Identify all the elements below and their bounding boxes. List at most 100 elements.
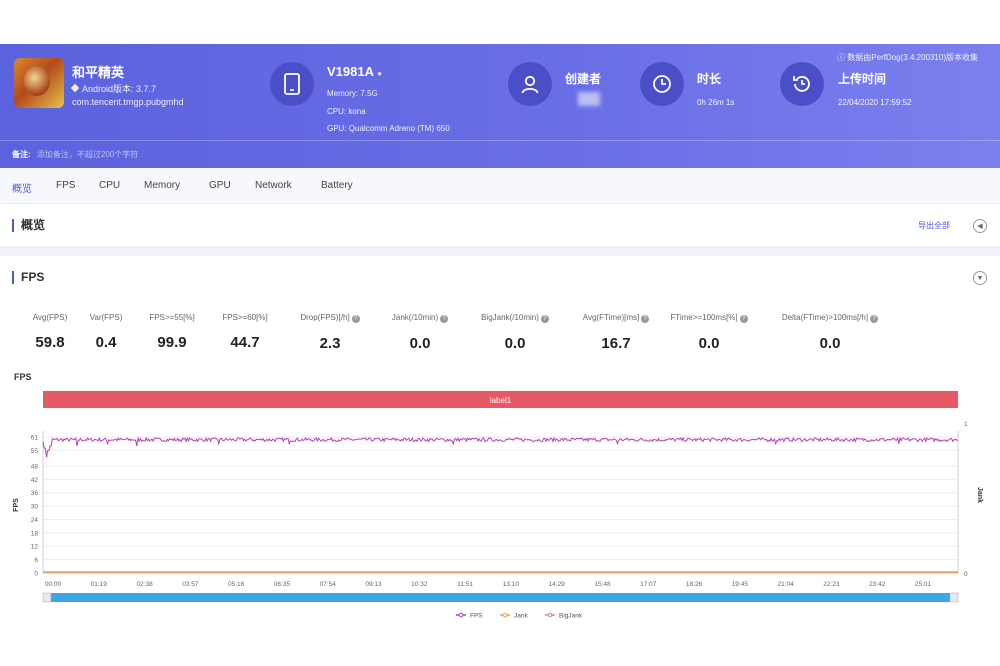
x-tick-label: 06:35 bbox=[274, 581, 291, 588]
stat-var-fps: Var(FPS) 0.4 bbox=[89, 313, 123, 351]
section-divider bbox=[0, 246, 1000, 256]
x-tick-label: 02:38 bbox=[136, 581, 153, 588]
fps-section-title: FPS bbox=[12, 271, 44, 284]
legend-marker bbox=[547, 612, 553, 618]
stat-avg-ftime: Avg(FTime)[ms]? 16.7 bbox=[573, 313, 659, 352]
stat-avg-fps: Avg(FPS) 59.8 bbox=[32, 313, 68, 351]
x-tick-label: 15:48 bbox=[594, 581, 611, 588]
y-tick-label: 42 bbox=[31, 477, 39, 484]
y-tick-label: 0 bbox=[34, 571, 38, 578]
android-icon bbox=[70, 83, 80, 93]
y-tick-label: 30 bbox=[31, 504, 39, 511]
app-android-version: Android版本: 3.7.7 bbox=[70, 82, 156, 95]
x-tick-label: 22:23 bbox=[823, 581, 840, 588]
app-icon bbox=[14, 58, 64, 108]
device-name: V1981A ● bbox=[327, 64, 382, 79]
tab-fps[interactable]: FPS bbox=[56, 180, 75, 191]
legend-label: Jank bbox=[514, 613, 528, 620]
y2-tick-label: 1 bbox=[964, 421, 968, 428]
info-icon: ⓘ bbox=[837, 53, 846, 62]
upload-label: 上传时间 bbox=[838, 72, 887, 86]
x-tick-label: 19:45 bbox=[732, 581, 749, 588]
x-tick-label: 09:13 bbox=[365, 581, 382, 588]
x-tick-label: 25:01 bbox=[915, 581, 932, 588]
x-tick-label: 21:04 bbox=[777, 581, 794, 588]
x-tick-label: 07:54 bbox=[320, 581, 337, 588]
stat-bigjank: BigJank(/10min)? 0.0 bbox=[470, 313, 560, 352]
app-package: com.tencent.tmgp.pubgmhd bbox=[72, 97, 184, 107]
legend-marker bbox=[502, 612, 508, 618]
source-note: ⓘ 数据由PerfDog(3.4.200310)版本收集 bbox=[837, 53, 978, 62]
remark-label: 备注: bbox=[12, 150, 31, 159]
y-tick-label: 55 bbox=[31, 448, 39, 455]
tab-network[interactable]: Network bbox=[255, 180, 292, 191]
fps-collapse-icon[interactable]: ▼ bbox=[973, 271, 987, 285]
overview-collapse-icon[interactable]: ◀ bbox=[973, 219, 987, 233]
x-tick-label: 00:00 bbox=[45, 581, 62, 588]
legend-label: BigJank bbox=[559, 613, 583, 620]
fps-chart: FPS label1 0 6 12 18 24 30 36 42 48 55 61 0 1 FPS Jank 00… bbox=[13, 372, 983, 620]
user-icon bbox=[508, 62, 552, 106]
device-memory: Memory: 7.5G bbox=[327, 89, 378, 98]
y-tick-label: 18 bbox=[31, 530, 39, 537]
legend-marker bbox=[458, 612, 464, 618]
tab-cpu[interactable]: CPU bbox=[99, 180, 120, 191]
x-tick-label: 14:29 bbox=[549, 581, 566, 588]
x-tick-label: 13:10 bbox=[503, 581, 520, 588]
x-tick-label: 10:32 bbox=[411, 581, 428, 588]
help-icon[interactable]: ? bbox=[870, 315, 879, 323]
fps-series-line bbox=[42, 436, 958, 458]
tab-gpu[interactable]: GPU bbox=[209, 180, 231, 191]
remark-input[interactable]: 添加备注，不超过200个字符 bbox=[37, 150, 138, 159]
y-tick-label: 12 bbox=[31, 544, 39, 551]
creator-value-redacted bbox=[578, 92, 600, 106]
tab-battery[interactable]: Battery bbox=[321, 180, 353, 191]
help-icon[interactable]: ? bbox=[351, 315, 360, 323]
creator-label: 创建者 bbox=[565, 72, 602, 86]
stat-jank: Jank(/10min)? 0.0 bbox=[382, 313, 458, 352]
y-tick-label: 48 bbox=[31, 463, 39, 470]
y2-tick-label: 0 bbox=[964, 571, 968, 578]
remark-bar[interactable]: 备注: 添加备注，不超过200个字符 bbox=[0, 140, 1000, 168]
history-icon bbox=[780, 62, 824, 106]
stat-delta-ftime: Delta(FTime)>100ms[/h]? 0.0 bbox=[766, 313, 894, 352]
label-band-text: label1 bbox=[490, 396, 512, 405]
y2-axis-label: Jank bbox=[976, 487, 983, 503]
x-tick-label: 11:51 bbox=[457, 581, 473, 588]
x-tick-label: 01:19 bbox=[91, 581, 108, 588]
y-axis-label: FPS bbox=[13, 498, 20, 512]
upload-value: 22/04/2020 17:59:52 bbox=[838, 98, 912, 107]
range-slider bbox=[43, 593, 958, 602]
stat-drop-fps: Drop(FPS)[/h]? 2.3 bbox=[290, 313, 370, 352]
x-tick-label: 17:07 bbox=[640, 581, 657, 588]
y-tick-label: 36 bbox=[31, 490, 39, 497]
y-tick-label: 61 bbox=[31, 435, 39, 442]
app-name: 和平精英 bbox=[72, 65, 125, 80]
y-tick-label: 24 bbox=[31, 517, 39, 524]
tab-bar: 概览 FPS CPU Memory GPU Network Battery bbox=[0, 168, 1000, 204]
x-tick-label: 23:42 bbox=[869, 581, 886, 588]
stat-fps-ge55: FPS>=55[%] 99.9 bbox=[149, 313, 195, 351]
range-slider-left-handle bbox=[42, 592, 52, 603]
tab-memory[interactable]: Memory bbox=[144, 180, 180, 191]
overview-title: 概览 bbox=[12, 219, 45, 232]
x-tick-label: 05:16 bbox=[228, 581, 245, 588]
phone-icon bbox=[270, 62, 314, 106]
range-slider-right-handle bbox=[949, 592, 959, 603]
help-icon[interactable]: ? bbox=[540, 315, 549, 323]
duration-label: 时长 bbox=[697, 72, 722, 86]
x-tick-label: 03:57 bbox=[182, 581, 199, 588]
export-all-link[interactable]: 导出全部 bbox=[918, 220, 950, 231]
help-icon[interactable]: ? bbox=[440, 315, 449, 323]
device-cpu: CPU: kona bbox=[327, 107, 366, 116]
report-header: 和平精英 Android版本: 3.7.7 com.tencent.tmgp.p… bbox=[0, 44, 1000, 168]
stat-ftime-ge100: FTime>=100ms[%]? 0.0 bbox=[663, 313, 755, 352]
help-icon[interactable]: ? bbox=[641, 315, 650, 323]
x-tick-label: 18:26 bbox=[686, 581, 703, 588]
tab-overview[interactable]: 概览 bbox=[12, 180, 32, 195]
clock-icon bbox=[640, 62, 684, 106]
duration-value: 0h 26m 1s bbox=[697, 98, 735, 107]
device-gpu: GPU: Qualcomm Adreno (TM) 650 bbox=[327, 124, 450, 133]
chart-title: FPS bbox=[14, 372, 32, 382]
help-icon[interactable]: ? bbox=[739, 315, 748, 323]
